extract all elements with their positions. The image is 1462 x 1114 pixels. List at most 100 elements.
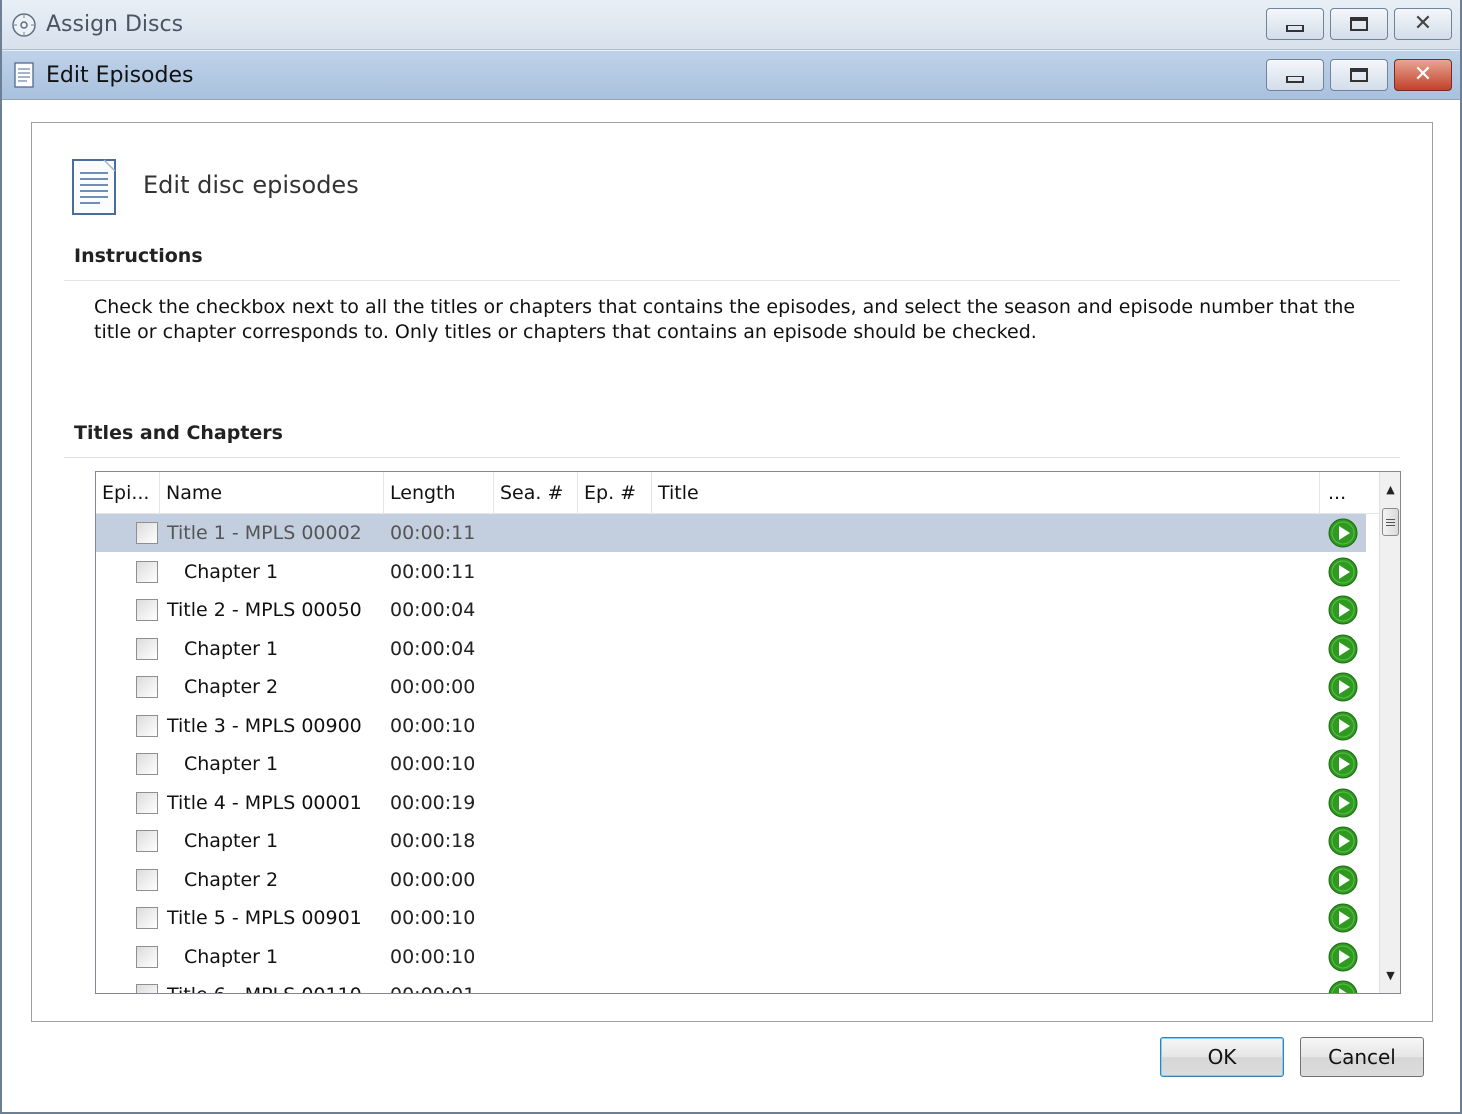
row-name: Title 6 - MPLS 00110: [167, 976, 362, 993]
episode-checkbox[interactable]: [136, 984, 158, 993]
table-row[interactable]: Title 5 - MPLS 00901 00:00:10: [96, 899, 1366, 937]
table-row[interactable]: Title 3 - MPLS 00900 00:00:10: [96, 707, 1366, 745]
row-name: Chapter 1: [184, 945, 279, 968]
table-row[interactable]: Title 4 - MPLS 00001 00:00:19: [96, 784, 1366, 822]
dialog-close-button[interactable]: ✕: [1394, 59, 1452, 91]
row-length: 00:00:04: [390, 599, 476, 621]
table-row[interactable]: Title 1 - MPLS 00002 00:00:11: [96, 514, 1366, 552]
episode-checkbox[interactable]: [136, 637, 158, 660]
play-icon[interactable]: [1328, 826, 1358, 856]
row-length: 00:00:19: [390, 791, 476, 814]
play-icon[interactable]: [1328, 980, 1358, 993]
row-name: Title 1 - MPLS 00002: [167, 522, 362, 544]
ok-button[interactable]: OK: [1160, 1037, 1284, 1077]
row-name: Title 4 - MPLS 00001: [167, 791, 362, 814]
row-length: 00:00:10: [390, 714, 476, 737]
dialog-maximize-button[interactable]: [1330, 59, 1388, 91]
column-header-name[interactable]: Name: [160, 472, 384, 514]
scroll-thumb[interactable]: [1382, 508, 1399, 536]
play-icon[interactable]: [1328, 865, 1358, 895]
table-row[interactable]: Chapter 1 00:00:10: [96, 745, 1366, 783]
table-row[interactable]: Chapter 1 00:00:11: [96, 553, 1366, 591]
minimize-icon: [1286, 24, 1304, 32]
episode-checkbox[interactable]: [136, 714, 158, 737]
row-length: 00:00:10: [390, 945, 476, 968]
episode-checkbox[interactable]: [136, 560, 158, 583]
column-header-episode[interactable]: Epi...: [96, 472, 160, 514]
dialog-title-bar[interactable]: Edit Episodes ✕: [0, 50, 1462, 100]
list-body: Title 1 - MPLS 00002 00:00:11 Chapter 1 00:…: [96, 514, 1380, 993]
dialog-minimize-button[interactable]: [1266, 59, 1324, 91]
column-header-title[interactable]: Title: [652, 472, 1320, 514]
outer-close-button[interactable]: ✕: [1394, 8, 1452, 40]
maximize-icon: [1350, 17, 1368, 31]
row-length: 00:00:01: [390, 976, 475, 993]
dialog-title: Edit Episodes: [46, 62, 194, 88]
column-header-more[interactable]: ...: [1320, 472, 1380, 514]
outer-window-title-bar[interactable]: Assign Discs ✕: [0, 0, 1462, 50]
episode-checkbox[interactable]: [136, 522, 158, 544]
minimize-icon: [1286, 75, 1304, 83]
play-icon[interactable]: [1328, 749, 1358, 779]
content-panel: Edit disc episodes Instructions Check th…: [31, 122, 1433, 1022]
row-name: Chapter 1: [184, 637, 279, 660]
list-scrollbar[interactable]: ▲ ▼: [1379, 472, 1400, 993]
outer-window-title: Assign Discs: [46, 12, 184, 37]
row-length: 00:00:11: [390, 560, 476, 583]
outer-maximize-button[interactable]: [1330, 8, 1388, 40]
play-icon[interactable]: [1328, 672, 1358, 702]
row-length: 00:00:10: [390, 753, 476, 775]
play-icon[interactable]: [1328, 942, 1358, 972]
row-name: Chapter 1: [184, 753, 279, 775]
play-icon[interactable]: [1328, 557, 1358, 587]
instructions-label: Instructions: [74, 245, 203, 267]
outer-minimize-button[interactable]: [1266, 8, 1324, 40]
maximize-icon: [1350, 68, 1368, 82]
table-row[interactable]: Chapter 2 00:00:00: [96, 668, 1366, 706]
table-row[interactable]: Chapter 2 00:00:00: [96, 861, 1366, 899]
episode-checkbox[interactable]: [136, 907, 158, 929]
row-name: Title 3 - MPLS 00900: [167, 714, 362, 737]
document-icon: [10, 61, 38, 89]
row-length: 00:00:10: [390, 907, 476, 929]
scroll-up-arrow-icon[interactable]: ▲: [1380, 478, 1400, 500]
section-divider: [64, 280, 1400, 281]
column-header-length[interactable]: Length: [384, 472, 494, 514]
row-length: 00:00:00: [390, 868, 476, 891]
play-icon[interactable]: [1328, 788, 1358, 818]
scroll-down-arrow-icon[interactable]: ▼: [1380, 964, 1400, 986]
row-name: Chapter 1: [184, 560, 279, 583]
table-row[interactable]: Title 2 - MPLS 00050 00:00:04: [96, 591, 1366, 629]
table-row[interactable]: Chapter 1 00:00:04: [96, 630, 1366, 668]
titles-chapters-label: Titles and Chapters: [74, 422, 283, 444]
episode-checkbox[interactable]: [136, 676, 158, 698]
page-title: Edit disc episodes: [143, 171, 359, 199]
close-icon: ✕: [1413, 62, 1433, 87]
play-icon[interactable]: [1328, 595, 1358, 625]
table-row[interactable]: Chapter 1 00:00:18: [96, 822, 1366, 860]
episode-checkbox[interactable]: [136, 945, 158, 968]
episode-checkbox[interactable]: [136, 868, 158, 891]
table-row[interactable]: Chapter 1 00:00:10: [96, 938, 1366, 976]
column-header-episode-number[interactable]: Ep. #: [578, 472, 652, 514]
episode-checkbox[interactable]: [136, 791, 158, 814]
cancel-button[interactable]: Cancel: [1300, 1037, 1424, 1077]
play-icon[interactable]: [1328, 903, 1358, 933]
episode-checkbox[interactable]: [136, 830, 158, 852]
row-length: 00:00:18: [390, 830, 476, 852]
row-length: 00:00:04: [390, 637, 476, 660]
play-icon[interactable]: [1328, 518, 1358, 548]
row-name: Title 2 - MPLS 00050: [167, 599, 362, 621]
row-length: 00:00:00: [390, 676, 476, 698]
play-icon[interactable]: [1328, 634, 1358, 664]
episode-checkbox[interactable]: [136, 753, 158, 775]
play-icon[interactable]: [1328, 711, 1358, 741]
document-icon: [70, 157, 118, 217]
episode-checkbox[interactable]: [136, 599, 158, 621]
column-header-season[interactable]: Sea. #: [494, 472, 578, 514]
table-row[interactable]: Title 6 - MPLS 00110 00:00:01: [96, 976, 1366, 993]
row-name: Title 5 - MPLS 00901: [167, 907, 362, 929]
titles-chapters-list[interactable]: Epi... Name Length Sea. # Ep. # Title ..…: [95, 471, 1401, 994]
row-length: 00:00:11: [390, 522, 476, 544]
row-name: Chapter 2: [184, 676, 279, 698]
